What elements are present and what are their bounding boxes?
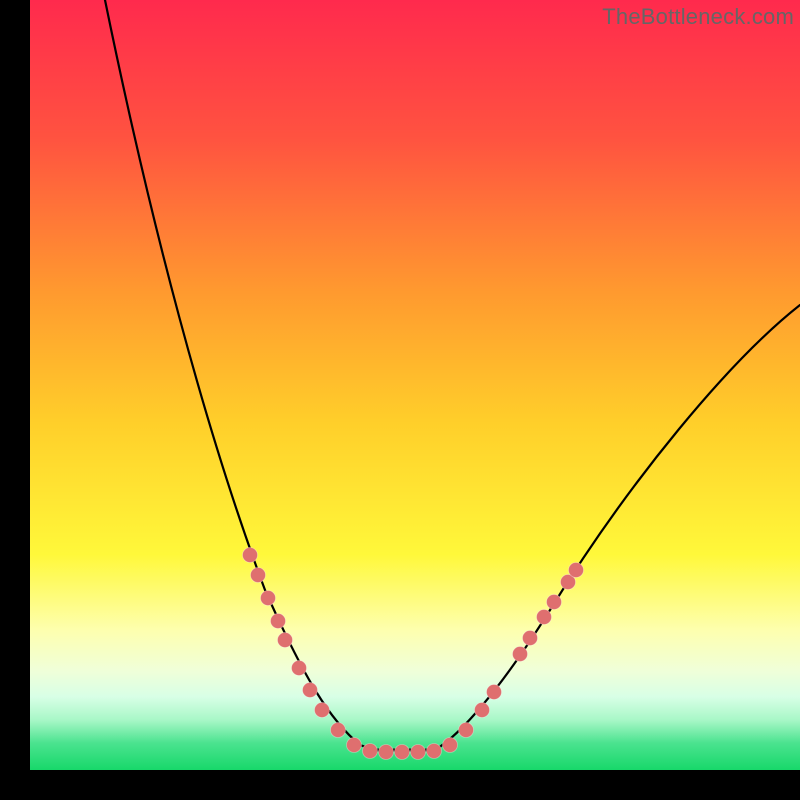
data-point [363, 744, 378, 759]
data-point [271, 614, 286, 629]
data-point [523, 631, 538, 646]
curve-right-curve [435, 305, 800, 750]
frame-border-bottom [0, 770, 800, 800]
data-point [261, 591, 276, 606]
data-point [475, 703, 490, 718]
data-point [347, 738, 362, 753]
data-point [459, 723, 474, 738]
data-point [569, 563, 584, 578]
data-point [547, 595, 562, 610]
data-point [395, 745, 410, 760]
data-point [443, 738, 458, 753]
curve-left-curve [105, 0, 375, 750]
data-point [292, 661, 307, 676]
watermark-text: TheBottleneck.com [602, 4, 794, 30]
data-point [315, 703, 330, 718]
frame-border-left [0, 0, 30, 800]
data-point [251, 568, 266, 583]
data-point [427, 744, 442, 759]
data-point [379, 745, 394, 760]
data-point [411, 745, 426, 760]
data-point [331, 723, 346, 738]
data-point [487, 685, 502, 700]
data-point [243, 548, 258, 563]
chart-frame: TheBottleneck.com [30, 0, 800, 770]
data-point [303, 683, 318, 698]
data-point [513, 647, 528, 662]
data-point [278, 633, 293, 648]
curve-layer [30, 0, 800, 770]
data-point [537, 610, 552, 625]
